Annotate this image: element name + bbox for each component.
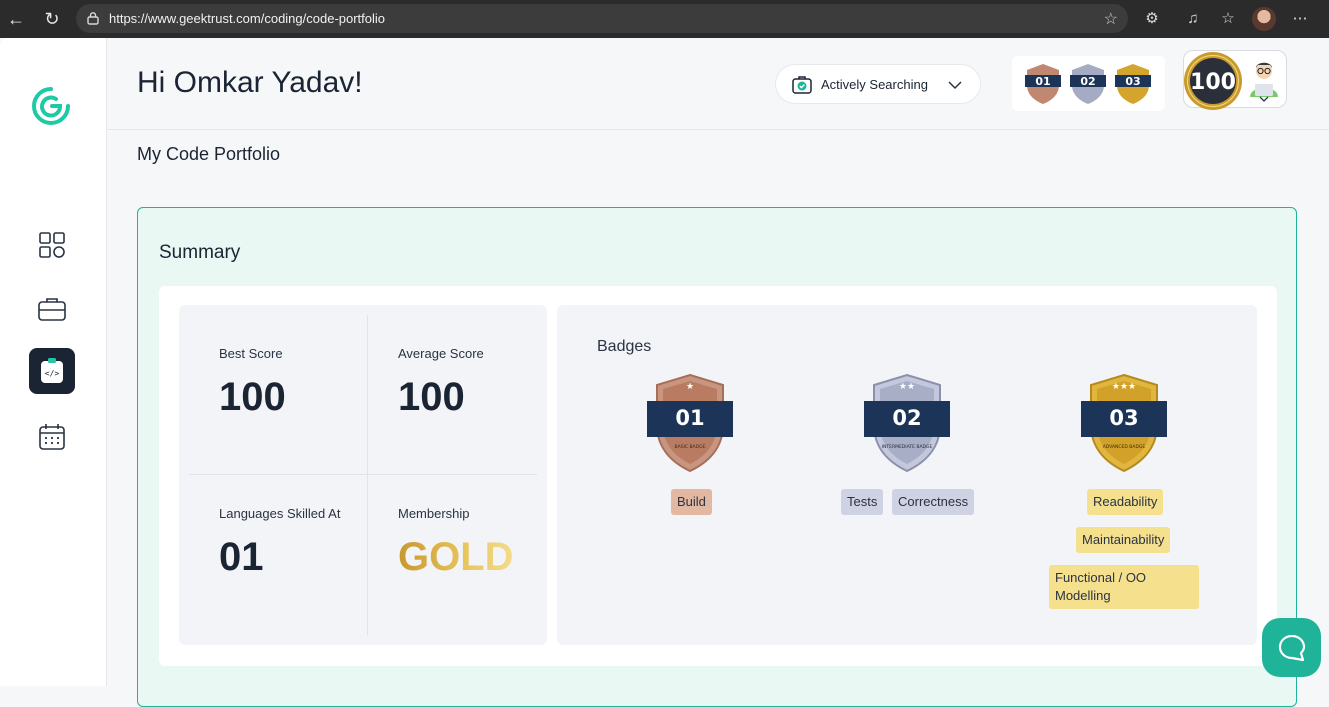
strip-badge-02-number: 02 — [1080, 75, 1095, 88]
earned-badges-strip: 01 02 03 — [1012, 56, 1165, 111]
score-medal-value: 100 — [1190, 70, 1236, 95]
calendar-icon — [39, 424, 65, 450]
greeting-title: Hi Omkar Yadav! — [137, 66, 363, 99]
badge-skill-tag: Readability — [1087, 489, 1164, 515]
sidebar-item-dashboard[interactable] — [29, 222, 75, 268]
stat-label: Membership — [398, 506, 470, 521]
badges-title: Badges — [597, 338, 652, 355]
best-score-stat: Best Score 100 — [219, 346, 286, 420]
sidebar: </> — [0, 38, 107, 686]
average-score-stat: Average Score 100 — [398, 346, 484, 420]
briefcase-check-icon — [792, 76, 812, 94]
badge-skill-tag: Build — [671, 489, 712, 515]
divider — [367, 315, 368, 635]
dashboard-icon — [39, 232, 65, 258]
svg-text:★★★: ★★★ — [1112, 381, 1136, 391]
gold-badge-icon: 03 — [1115, 64, 1151, 104]
membership-value: GOLD — [398, 535, 514, 579]
badges-panel: Badges 01 BASIC BADGE ★ Build 02 INTERME… — [557, 305, 1257, 645]
job-status-dropdown[interactable]: Actively Searching — [775, 64, 981, 104]
sidebar-item-code-portfolio[interactable]: </> — [29, 348, 75, 394]
badge-number: 02 — [892, 406, 921, 430]
media-icon[interactable]: ♫ — [1182, 8, 1204, 30]
browser-toolbar: ← ↻ https://www.geektrust.com/coding/cod… — [0, 0, 1329, 38]
svg-text:</>: </> — [45, 369, 60, 378]
page-header: Hi Omkar Yadav! Actively Searching 01 02… — [107, 38, 1329, 130]
favorites-icon[interactable]: ☆ — [1217, 8, 1239, 30]
chat-bubble-icon — [1278, 634, 1305, 661]
user-menu[interactable]: 100 — [1183, 50, 1287, 110]
badge-skill-tag: Maintainability — [1076, 527, 1171, 553]
badge-number: 03 — [1109, 406, 1138, 430]
badge-skill-tag: Tests — [841, 489, 884, 515]
sidebar-item-calendar[interactable] — [29, 414, 75, 460]
address-bar[interactable]: https://www.geektrust.com/coding/code-po… — [76, 4, 1128, 33]
stat-label: Average Score — [398, 346, 484, 361]
score-medal-icon: 100 — [1184, 52, 1242, 110]
favorite-star-icon[interactable]: ☆ — [1104, 9, 1118, 29]
strip-badge-03-number: 03 — [1125, 75, 1140, 88]
badge-skill-tag: Functional / OO Modelling — [1049, 565, 1199, 609]
bronze-badge-icon: 01 — [1025, 64, 1061, 104]
badge-name: BASIC BADGE — [675, 444, 706, 450]
page-title: My Code Portfolio — [137, 144, 281, 164]
stat-value: 100 — [219, 375, 286, 419]
badge-number: 01 — [675, 406, 704, 430]
basic-badge-icon: 01 BASIC BADGE ★ — [647, 373, 733, 473]
user-avatar-icon — [1250, 62, 1278, 97]
membership-stat: Membership GOLD — [398, 506, 514, 580]
more-menu-icon[interactable]: ⋯ — [1289, 8, 1311, 30]
advanced-badge-icon: 03 ADVANCED BADGE ★★★ — [1081, 373, 1167, 473]
url-text: https://www.geektrust.com/coding/code-po… — [109, 11, 386, 26]
languages-stat: Languages Skilled At 01 — [219, 506, 340, 580]
silver-badge-icon: 02 — [1070, 64, 1106, 104]
job-status-label: Actively Searching — [821, 77, 928, 92]
sidebar-item-jobs[interactable] — [29, 286, 75, 332]
chat-support-button[interactable] — [1262, 618, 1321, 677]
code-portfolio-icon: </> — [41, 358, 63, 383]
stat-value: 100 — [398, 375, 465, 419]
chevron-down-icon — [1259, 96, 1269, 102]
intermediate-badge-icon: 02 INTERMEDIATE BADGE ★★ — [864, 373, 950, 473]
badge-name: INTERMEDIATE BADGE — [882, 444, 933, 450]
svg-text:★★: ★★ — [899, 381, 915, 391]
svg-text:★: ★ — [686, 381, 694, 391]
geektrust-logo-icon[interactable] — [30, 85, 72, 127]
stats-grid: Best Score 100 Average Score 100 Languag… — [179, 305, 547, 645]
stat-label: Best Score — [219, 346, 283, 361]
summary-title: Summary — [159, 242, 241, 263]
divider — [189, 474, 537, 475]
strip-badge-01-number: 01 — [1035, 75, 1050, 88]
stat-label: Languages Skilled At — [219, 506, 341, 521]
badge-name: ADVANCED BADGE — [1103, 444, 1146, 450]
summary-panel: Summary Best Score 100 Average Score 100… — [137, 207, 1297, 707]
stat-value: 01 — [219, 535, 264, 579]
reload-icon[interactable]: ↻ — [40, 7, 64, 31]
back-icon[interactable]: ← — [4, 7, 28, 31]
briefcase-icon — [38, 298, 66, 321]
lock-icon — [87, 12, 99, 25]
chevron-down-icon — [948, 81, 962, 90]
browser-profile-avatar[interactable] — [1252, 7, 1276, 31]
summary-card: Best Score 100 Average Score 100 Languag… — [159, 286, 1277, 666]
badge-skill-tag: Correctness — [892, 489, 975, 515]
extensions-icon[interactable]: ⚙ — [1141, 8, 1163, 30]
